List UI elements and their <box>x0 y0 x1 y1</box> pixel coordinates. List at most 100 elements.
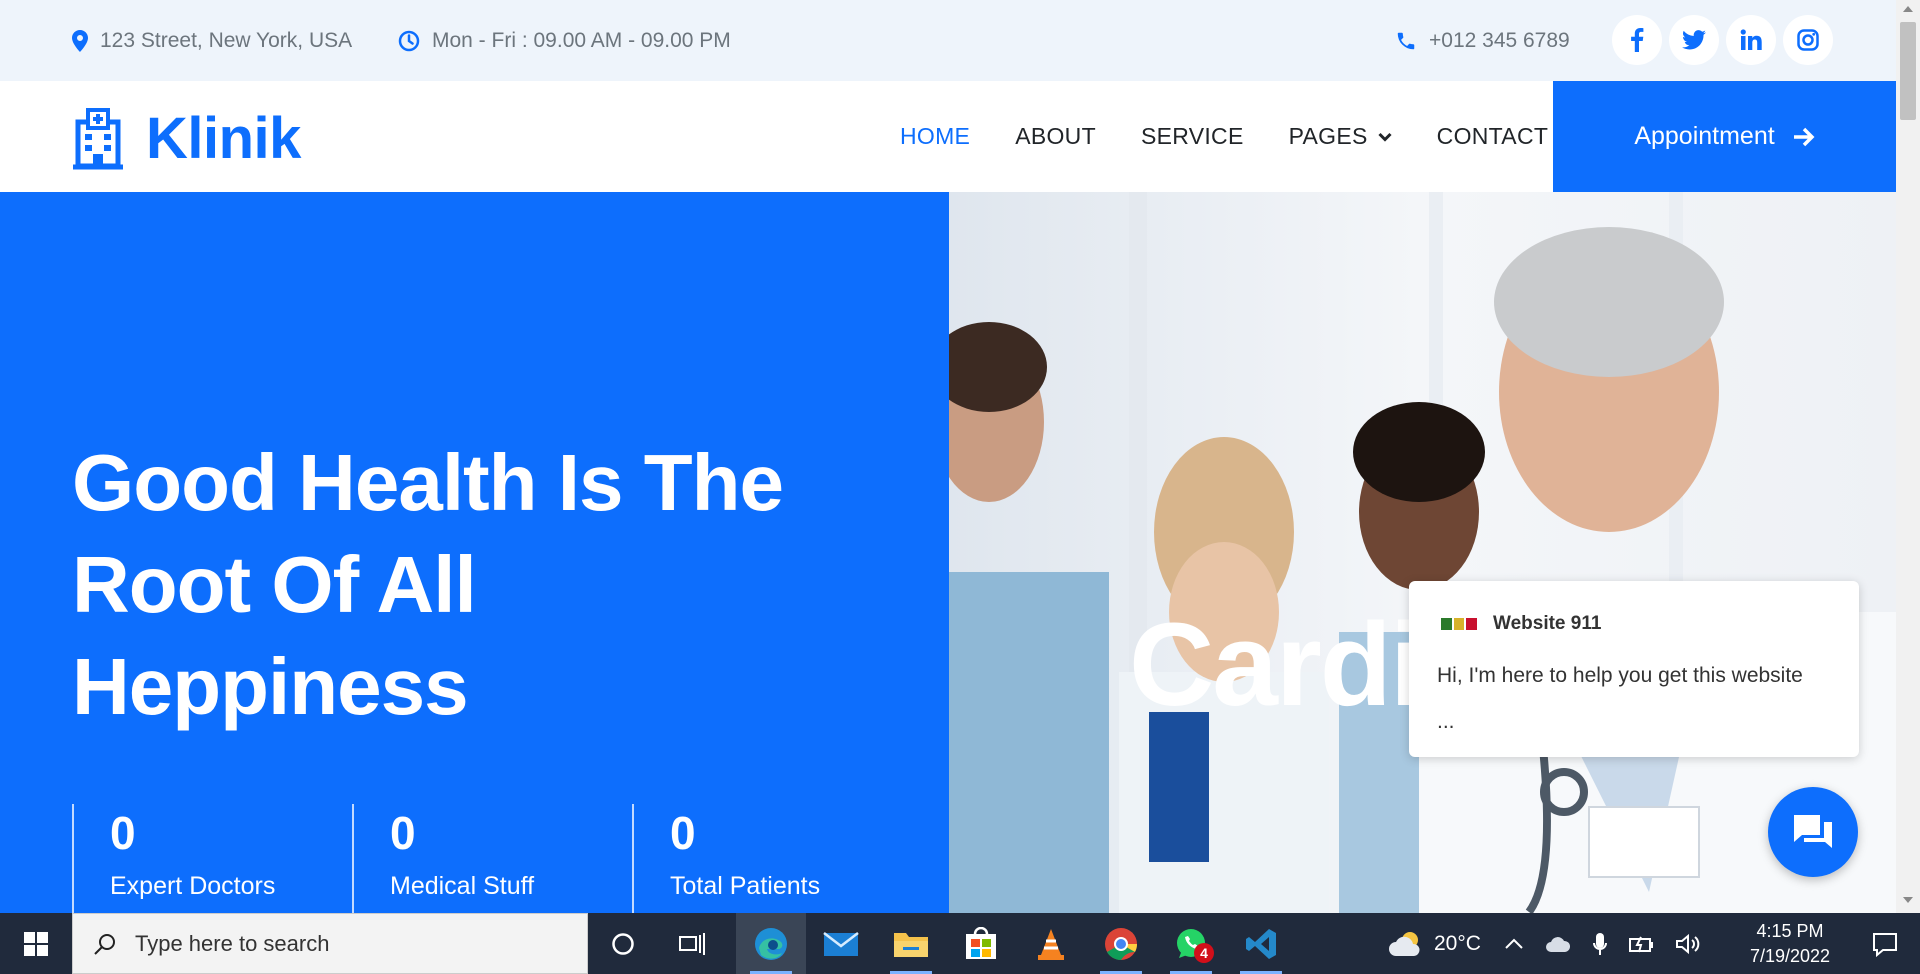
hero-title-line-2: Root Of All <box>72 540 477 629</box>
edge-app[interactable] <box>736 913 806 974</box>
instagram-button[interactable] <box>1783 15 1833 65</box>
notification-badge: 4 <box>1194 943 1214 963</box>
linkedin-icon <box>1740 29 1762 50</box>
battery-charging-icon[interactable] <box>1629 935 1655 953</box>
stat-value: 0 <box>390 807 416 859</box>
chat-launcher-button[interactable] <box>1768 787 1858 877</box>
mail-icon <box>823 931 859 956</box>
chrome-icon <box>1105 927 1138 960</box>
windows-taskbar: Type here to search 4 20°C 4:15 PM 7/19/… <box>0 913 1920 974</box>
system-tray <box>1505 913 1701 974</box>
chat-message-text: Hi, I'm here to help you get this websit… <box>1437 664 1803 687</box>
chevron-up-icon[interactable] <box>1505 938 1523 950</box>
stat-medical-stuff: 0 Medical Stuff <box>352 804 632 913</box>
temperature-text: 20°C <box>1434 931 1481 955</box>
chat-agent-name: Website 911 <box>1493 613 1602 634</box>
chat-header: Website 911 <box>1441 613 1601 635</box>
nav-contact[interactable]: CONTACT <box>1437 123 1549 150</box>
file-explorer-app[interactable] <box>876 913 946 974</box>
facebook-button[interactable] <box>1612 15 1662 65</box>
twitter-button[interactable] <box>1669 15 1719 65</box>
search-icon <box>94 933 115 955</box>
stat-label: Medical Stuff <box>390 872 535 900</box>
vscode-icon <box>1246 928 1276 959</box>
microphone-icon[interactable] <box>1593 932 1607 956</box>
brand-logo[interactable]: Klinik <box>72 105 301 172</box>
chevron-down-icon <box>1378 132 1392 142</box>
notification-icon <box>1873 932 1897 957</box>
mail-app[interactable] <box>806 913 876 974</box>
chat-popup[interactable]: Website 911 Hi, I'm here to help you get… <box>1409 581 1859 757</box>
nav-home[interactable]: HOME <box>900 123 970 150</box>
notification-center-button[interactable] <box>1850 913 1920 974</box>
nav-pages-label: PAGES <box>1288 123 1368 149</box>
clock-icon <box>398 30 420 51</box>
chat-bubbles-icon <box>1794 815 1832 848</box>
chat-brand-logo <box>1441 618 1478 630</box>
microsoft-store-app[interactable] <box>946 913 1016 974</box>
cortana-circle-icon <box>612 932 634 955</box>
brand-name: Klinik <box>146 106 301 171</box>
page-scrollbar[interactable] <box>1896 0 1920 913</box>
hospital-icon <box>73 107 123 169</box>
task-view-button[interactable] <box>658 913 728 974</box>
phone-info[interactable]: +012 345 6789 <box>1395 0 1570 81</box>
stat-total-patients: 0 Total Patients <box>632 804 912 913</box>
scroll-down-arrow[interactable] <box>1903 897 1913 903</box>
clock-date: 7/19/2022 <box>1749 946 1831 966</box>
vscode-app[interactable] <box>1226 913 1296 974</box>
nav-menu: HOME ABOUT SERVICE PAGES CONTACT <box>900 81 1593 192</box>
whatsapp-app[interactable]: 4 <box>1156 913 1226 974</box>
arrow-right-icon <box>1793 127 1815 146</box>
clock-time: 4:15 PM <box>1756 921 1824 941</box>
scroll-thumb[interactable] <box>1900 22 1916 120</box>
hero-title: Good Health Is The Root Of All Heppiness <box>72 432 912 738</box>
linkedin-button[interactable] <box>1726 15 1776 65</box>
main-navbar: Klinik HOME ABOUT SERVICE PAGES CONTACT … <box>0 81 1896 192</box>
social-links <box>1612 15 1833 65</box>
stat-value: 0 <box>670 807 696 859</box>
hours-text: Mon - Fri : 09.00 AM - 09.00 PM <box>432 28 731 52</box>
stat-label: Expert Doctors <box>110 872 276 900</box>
hours-info: Mon - Fri : 09.00 AM - 09.00 PM <box>398 0 731 81</box>
nav-about[interactable]: ABOUT <box>1015 123 1096 150</box>
hero-title-line-1: Good Health Is The <box>72 438 784 527</box>
task-view-icon <box>679 932 705 955</box>
speaker-volume-icon[interactable] <box>1675 933 1701 955</box>
nav-service[interactable]: SERVICE <box>1141 123 1244 150</box>
folder-icon <box>894 932 928 957</box>
onedrive-cloud-icon[interactable] <box>1545 935 1571 953</box>
chrome-app[interactable] <box>1086 913 1156 974</box>
stat-expert-doctors: 0 Expert Doctors <box>72 804 352 913</box>
scroll-up-arrow[interactable] <box>1903 6 1913 12</box>
taskbar-clock[interactable]: 4:15 PM 7/19/2022 <box>1730 919 1850 969</box>
start-button[interactable] <box>0 913 72 974</box>
doctors-photo <box>949 192 1896 913</box>
hero-text-panel: Good Health Is The Root Of All Heppiness… <box>0 192 949 913</box>
vlc-app[interactable] <box>1016 913 1086 974</box>
appointment-button[interactable]: Appointment <box>1553 81 1896 192</box>
phone-icon <box>1397 32 1415 49</box>
phone-text: +012 345 6789 <box>1429 28 1570 52</box>
vlc-cone-icon <box>1038 928 1064 960</box>
windows-logo-icon <box>24 931 48 956</box>
top-info-bar: 123 Street, New York, USA Mon - Fri : 09… <box>0 0 1896 81</box>
hero-carousel-image[interactable]: Cardi <box>949 192 1896 913</box>
facebook-icon <box>1631 28 1644 52</box>
edge-icon <box>755 927 787 960</box>
partly-cloudy-icon <box>1389 931 1420 956</box>
taskbar-search-box[interactable]: Type here to search <box>72 913 588 974</box>
location-pin-icon <box>72 29 88 52</box>
cortana-button[interactable] <box>588 913 658 974</box>
chat-message: Hi, I'm here to help you get this websit… <box>1437 653 1837 745</box>
chat-message-ellipsis: ... <box>1437 710 1455 733</box>
stat-value: 0 <box>110 807 136 859</box>
weather-widget[interactable]: 20°C <box>1388 913 1481 974</box>
store-icon <box>966 926 996 959</box>
appointment-label: Appointment <box>1634 122 1775 150</box>
twitter-icon <box>1682 30 1706 50</box>
hero-title-line-3: Heppiness <box>72 642 469 731</box>
nav-pages-dropdown[interactable]: PAGES <box>1289 123 1392 150</box>
carousel-caption: Cardi <box>1129 599 1423 731</box>
address-info: 123 Street, New York, USA <box>72 0 352 81</box>
